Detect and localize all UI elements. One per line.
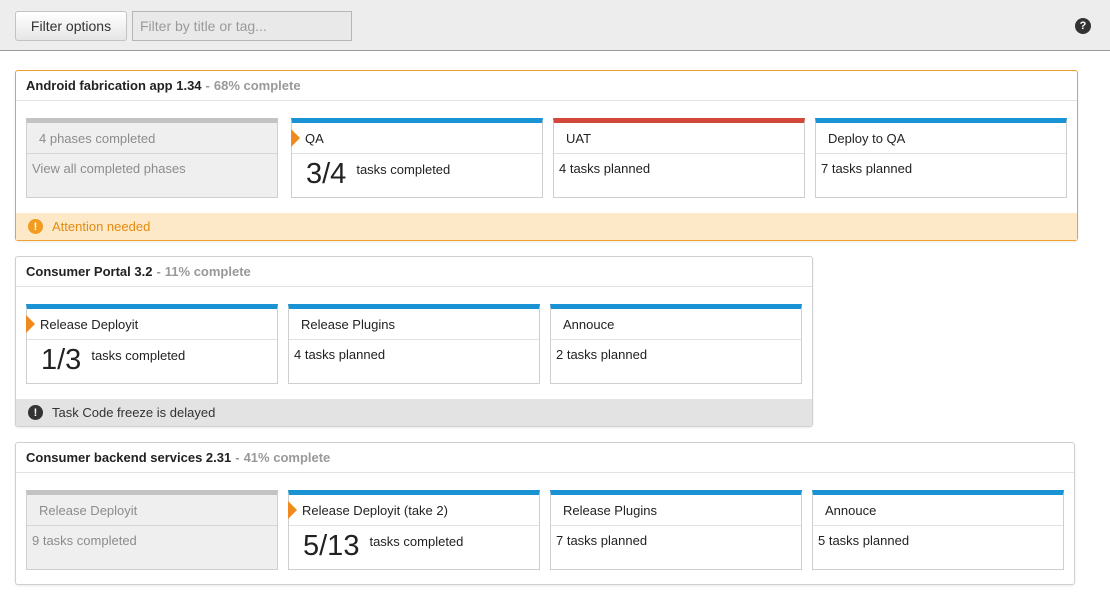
phase-card-release-plugins[interactable]: Release Plugins 4 tasks planned [288,304,540,384]
release-title[interactable]: Consumer backend services 2.31 [26,450,231,465]
phase-card-uat[interactable]: UAT 4 tasks planned [553,118,805,198]
release-header[interactable]: Consumer Portal 3.2 - 11% complete [16,257,812,287]
current-phase-marker-icon [291,129,300,147]
phase-name: Release Deployit [27,495,277,526]
release-progress: 68% complete [213,78,301,93]
phase-detail: tasks completed [369,534,464,549]
phase-detail: tasks completed [356,162,451,177]
release-card: Consumer backend services 2.31 - 41% com… [15,442,1075,585]
phase-card-qa[interactable]: QA 3/4 tasks completed [291,118,543,198]
phase-name: UAT [554,123,804,154]
phase-card-release-deployit[interactable]: Release Deployit 1/3 tasks completed [26,304,278,384]
release-separator: - [156,264,161,279]
phase-progress: 1/3 tasks completed [27,340,277,384]
tasks-fraction: 1/3 [41,344,82,376]
phase-detail: 5 tasks planned [818,533,910,548]
filter-input[interactable] [132,11,352,41]
phase-card-release-deployit[interactable]: Release Deployit 9 tasks completed [26,490,278,570]
phase-card-annouce[interactable]: Annouce 2 tasks planned [550,304,802,384]
release-header[interactable]: Android fabrication app 1.34 - 68% compl… [16,71,1077,101]
release-separator: - [205,78,210,93]
release-title[interactable]: Android fabrication app 1.34 [26,78,202,93]
phase-name: Release Deployit [27,309,277,340]
phase-card-release-plugins[interactable]: Release Plugins 7 tasks planned [550,490,802,570]
phase-name: Release Deployit (take 2) [289,495,539,526]
footer-text: Attention needed [52,219,151,234]
phase-detail: 2 tasks planned [556,347,648,362]
current-phase-marker-icon [288,501,297,519]
phase-detail[interactable]: View all completed phases [32,161,186,176]
phase-name: Deploy to QA [816,123,1066,154]
phase-name: Release Plugins [289,309,539,340]
tasks-fraction: 3/4 [306,158,347,190]
warning-icon: ! [28,219,43,234]
phase-name: Release Plugins [551,495,801,526]
release-card: Android fabrication app 1.34 - 68% compl… [15,70,1078,241]
phase-detail: 7 tasks planned [556,533,648,548]
alert-footer: ! Task Code freeze is delayed [16,399,812,426]
release-progress: 41% complete [243,450,331,465]
phase-card-deploy-to-qa[interactable]: Deploy to QA 7 tasks planned [815,118,1067,198]
release-separator: - [235,450,240,465]
tasks-fraction: 5/13 [303,530,360,562]
phase-name: 4 phases completed [27,123,277,154]
phase-name: QA [292,123,542,154]
phase-progress: 5/13 tasks completed [289,526,539,570]
phase-detail: 7 tasks planned [821,161,913,176]
release-title[interactable]: Consumer Portal 3.2 [26,264,152,279]
phase-name: Annouce [813,495,1063,526]
release-header[interactable]: Consumer backend services 2.31 - 41% com… [16,443,1074,473]
phase-detail: tasks completed [91,348,186,363]
phase-detail: 4 tasks planned [559,161,651,176]
phase-name: Annouce [551,309,801,340]
filter-options-button[interactable]: Filter options [15,11,127,41]
footer-text: Task Code freeze is delayed [52,405,216,420]
release-progress: 11% complete [164,264,251,279]
phase-detail: 9 tasks completed [32,533,137,548]
alert-icon: ! [28,405,43,420]
help-icon[interactable]: ? [1075,18,1091,34]
release-card: Consumer Portal 3.2 - 11% complete Relea… [15,256,813,427]
phase-card-release-deployit-take-2[interactable]: Release Deployit (take 2) 5/13 tasks com… [288,490,540,570]
completed-phases-card[interactable]: 4 phases completed View all completed ph… [26,118,278,198]
phase-card-annouce[interactable]: Annouce 5 tasks planned [812,490,1064,570]
view-completed-phases-link[interactable]: View all completed phases [27,154,277,198]
phase-detail: 4 tasks planned [294,347,386,362]
attention-footer: ! Attention needed [16,213,1077,240]
toolbar: Filter options ? [0,0,1110,51]
current-phase-marker-icon [26,315,35,333]
phase-progress: 3/4 tasks completed [292,154,542,198]
